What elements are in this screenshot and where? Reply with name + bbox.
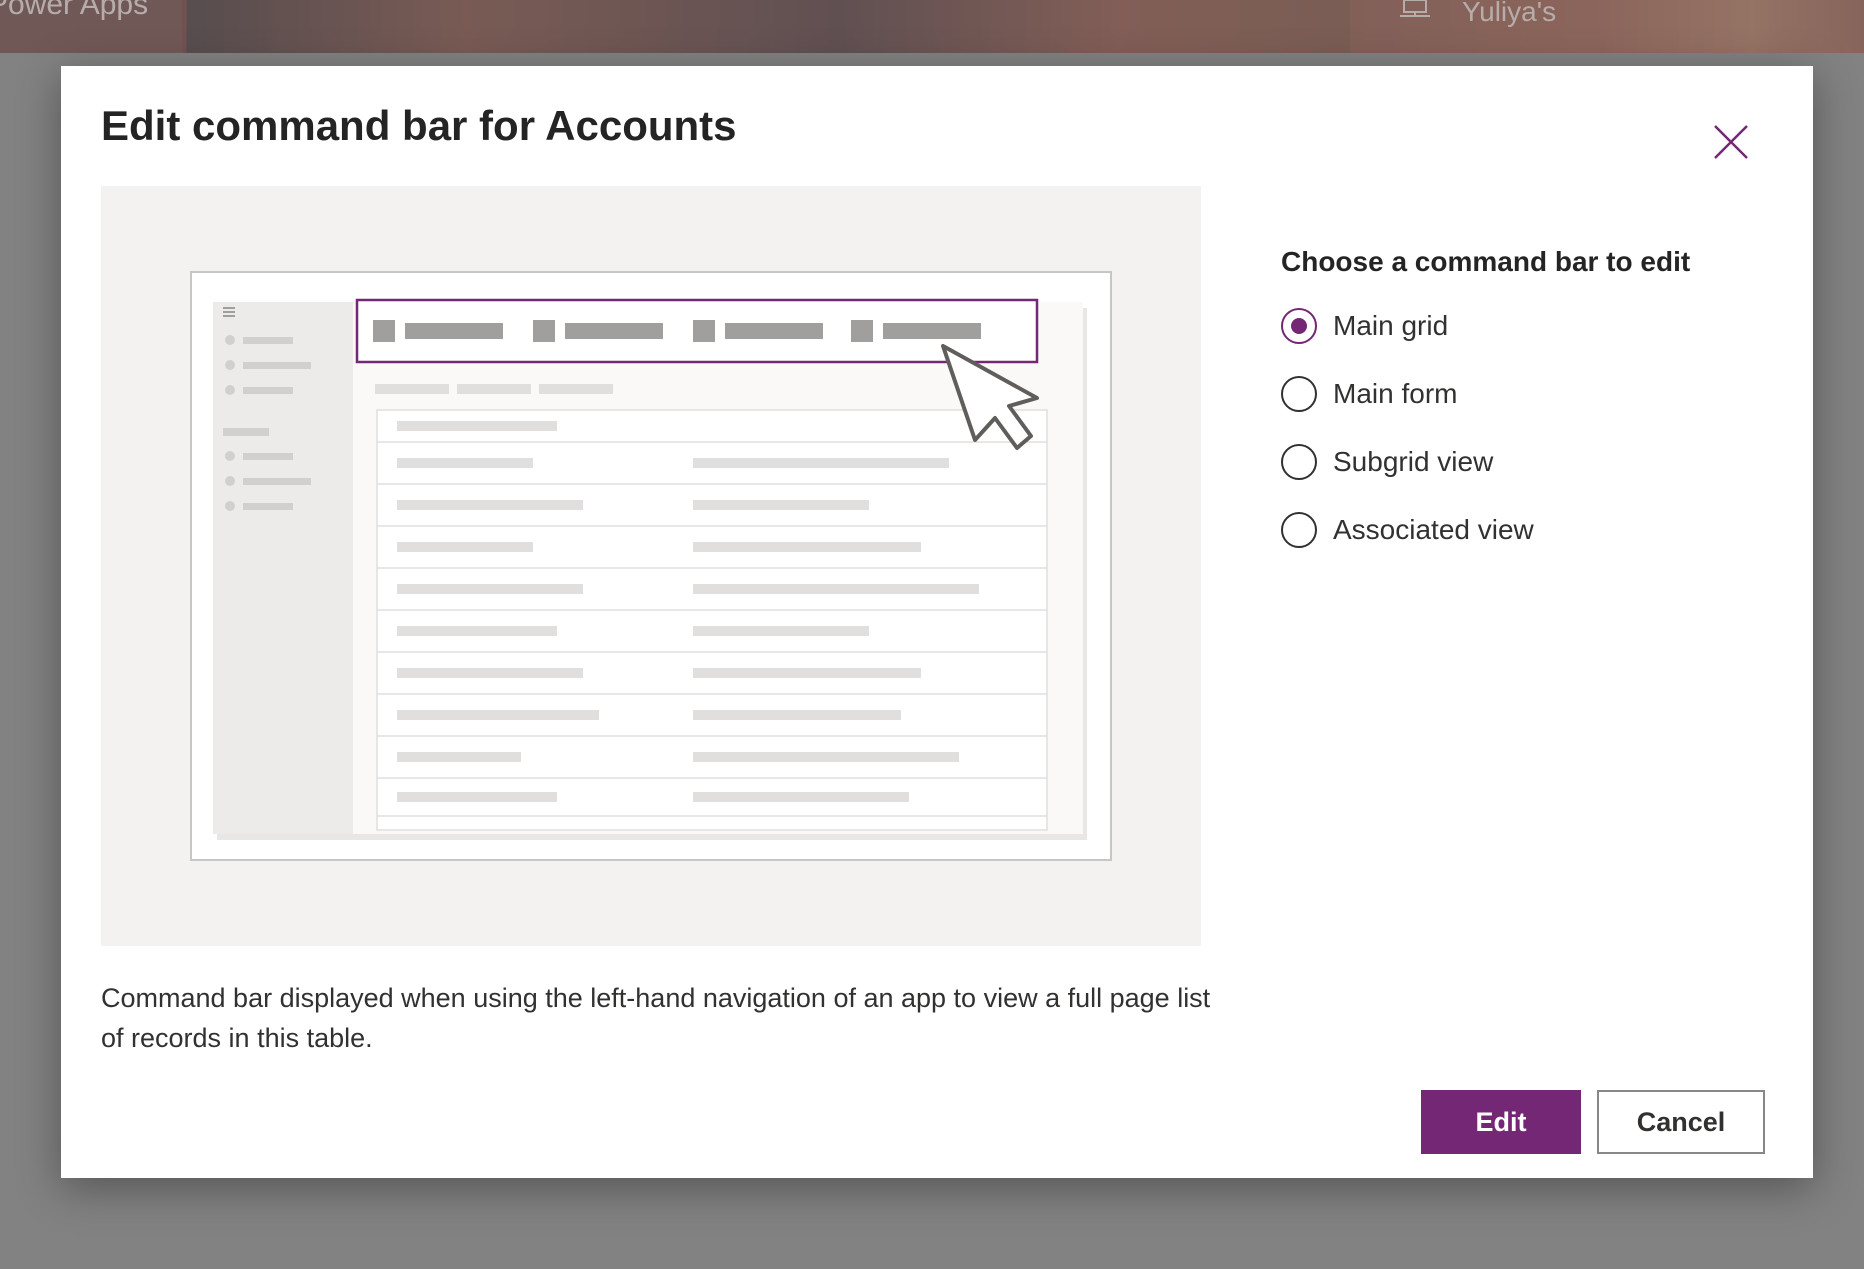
radio-main-form[interactable]	[1281, 376, 1317, 412]
edit-button[interactable]: Edit	[1421, 1090, 1581, 1154]
command-bar-options: Choose a command bar to edit Main grid M…	[1281, 246, 1761, 578]
option-main-form[interactable]: Main form	[1281, 374, 1761, 414]
radio-associated-view[interactable]	[1281, 512, 1317, 548]
cancel-button[interactable]: Cancel	[1597, 1090, 1765, 1154]
radio-subgrid-view[interactable]	[1281, 444, 1317, 480]
radio-main-grid[interactable]	[1281, 308, 1317, 344]
options-heading: Choose a command bar to edit	[1281, 246, 1691, 277]
option-main-grid[interactable]: Main grid	[1281, 306, 1761, 346]
dialog-title: Edit command bar for Accounts	[101, 102, 737, 149]
option-subgrid-view[interactable]: Subgrid view	[1281, 442, 1761, 482]
option-label: Subgrid view	[1333, 446, 1494, 477]
command-bar-description: Command bar displayed when using the lef…	[101, 983, 1211, 1053]
option-associated-view[interactable]: Associated view	[1281, 510, 1761, 550]
edit-command-bar-dialog: Edit command bar for Accounts Command ba…	[61, 66, 1813, 1178]
option-label: Main grid	[1333, 310, 1449, 341]
close-icon	[1714, 125, 1748, 159]
option-label: Main form	[1333, 378, 1458, 409]
option-label: Associated view	[1333, 514, 1534, 545]
command-bar-preview	[101, 186, 1201, 946]
preview-illustration	[190, 271, 1112, 861]
close-button[interactable]	[1711, 122, 1751, 162]
